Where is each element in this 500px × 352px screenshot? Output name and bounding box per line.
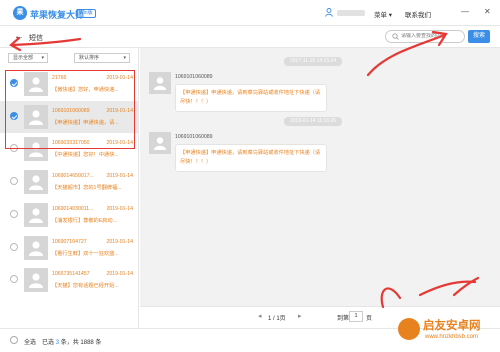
show-filter-label: 显示全部 — [13, 55, 34, 61]
sender-number: 1069101060089 — [175, 134, 213, 140]
person-icon — [154, 77, 166, 90]
close-icon[interactable]: ✕ — [484, 7, 491, 16]
search-icon — [392, 33, 399, 40]
contact-number: 1069014650017... — [52, 173, 94, 180]
contact-number: 1065735141457 — [52, 271, 90, 278]
timestamp: 2017-11-18 14:15:24 — [284, 57, 343, 66]
person-icon — [29, 273, 43, 289]
select-all-label[interactable]: 全选 — [24, 337, 36, 346]
person-icon — [29, 208, 43, 223]
prev-page-button[interactable]: ◂ — [258, 312, 262, 320]
contact-number: 1069014030011... — [52, 205, 94, 212]
title-bar: 果 苹果恢复大师 Win版 菜单 ▾ 联系我们 — ✕ — [0, 0, 500, 26]
contact-avatar — [24, 202, 48, 227]
total-count: 1888 — [80, 340, 94, 346]
selection-count: 已选 3 条，共 1888 条 — [42, 337, 101, 346]
page-unit-label: 页 — [366, 316, 373, 322]
person-icon — [29, 175, 43, 191]
select-checkbox[interactable] — [10, 275, 18, 284]
message-date: 2019-01-14 — [106, 173, 133, 180]
message-preview: 【中通快递】您好！中通快... — [52, 152, 119, 159]
search-button[interactable]: 搜索 — [468, 30, 490, 43]
watermark-title: 启友安卓网 — [423, 320, 481, 332]
menu-button[interactable]: 菜单 ▾ — [374, 9, 392, 19]
message-date: 2019-01-14 — [106, 271, 133, 278]
conversation-item[interactable]: 1069014650017... 2019-01-14 【天猫超市】您的1号翻牌福.… — [0, 166, 139, 198]
selected-mid: 条，共 — [60, 340, 79, 346]
back-arrow-icon[interactable]: ← — [14, 31, 24, 42]
show-filter-select[interactable]: 显示全部 ▾ — [8, 53, 48, 63]
search-box — [385, 30, 465, 43]
message-area: 2017-11-18 14:15:24 1069101060089 【申通快递】… — [140, 48, 500, 306]
chevron-down-icon: ▾ — [123, 55, 126, 61]
contact-number: 106907104727 — [52, 238, 87, 245]
sort-select[interactable]: 默认排序 ▾ — [74, 53, 130, 63]
select-checkbox[interactable] — [10, 209, 18, 218]
person-icon — [29, 240, 43, 256]
message-date: 2019-01-14 — [106, 238, 133, 245]
contact-avatar — [24, 170, 48, 195]
watermark-logo-icon — [398, 318, 420, 340]
message-bubble[interactable]: 【申通快递】申通快递，请到菜鸟驿站或收件地址下快递（请尽快！！！） — [175, 144, 327, 172]
minimize-icon[interactable]: — — [461, 7, 469, 16]
select-checkbox[interactable] — [10, 177, 18, 186]
page-info: 1 / 1页 — [268, 316, 286, 322]
page-title: 短信 — [29, 35, 43, 42]
edition-badge: Win版 — [76, 9, 96, 18]
message-preview: 【看行生鲜】双十一狂欢盛... — [52, 250, 119, 257]
watermark: 启友安卓网 www.hnzkhbsb.com — [398, 316, 498, 350]
conversation-item[interactable]: 1065735141457 2019-01-14 【天猫】您有话题已经开始... — [0, 264, 139, 296]
chevron-down-icon: ▾ — [41, 55, 44, 61]
message-date: 2019-01-14 — [106, 205, 133, 212]
message-bubble[interactable]: 【申通快递】申通快递，请到菜鸟驿站或收件地址下快递（请尽快！！！） — [175, 84, 327, 112]
contact-avatar — [24, 235, 48, 260]
sender-avatar — [149, 132, 171, 154]
select-all-radio[interactable] — [10, 336, 18, 344]
total-suffix: 条 — [95, 340, 102, 346]
goto-label: 到第 — [337, 316, 350, 322]
page-number-input[interactable]: 1 — [349, 311, 363, 322]
user-icon[interactable] — [325, 8, 333, 17]
person-icon — [154, 137, 166, 150]
selection-highlight-box — [5, 70, 135, 149]
message-preview: 【浦发银行】尊敬的E启动... — [52, 217, 117, 224]
app-logo: 果 — [13, 6, 27, 20]
selected-prefix: 已选 — [42, 340, 55, 346]
filter-bar: 显示全部 ▾ 默认排序 ▾ — [0, 48, 139, 68]
user-name-masked — [337, 10, 365, 16]
select-checkbox[interactable] — [10, 242, 18, 251]
selected-count: 3 — [55, 340, 60, 346]
message-preview: 【天猫超市】您的1号翻牌福... — [52, 185, 122, 192]
conversation-item[interactable]: 1069014030011... 2019-01-14 【浦发银行】尊敬的E启动..… — [0, 199, 139, 231]
timestamp: 2019-01-14 11:16:26 — [284, 117, 343, 126]
contact-avatar — [24, 268, 48, 293]
watermark-url: www.hnzkhbsb.com — [425, 334, 479, 340]
sender-avatar — [149, 72, 171, 94]
page-header: ← 短信 搜索 — [0, 26, 500, 48]
sort-label: 默认排序 — [79, 55, 100, 61]
sender-number: 1069101060089 — [175, 74, 213, 80]
message-preview: 【天猫】您有话题已经开始... — [52, 283, 119, 290]
search-input[interactable] — [401, 33, 463, 39]
next-page-button[interactable]: ▸ — [298, 312, 302, 320]
contact-us-link[interactable]: 联系我们 — [405, 9, 431, 19]
conversation-item[interactable]: 106907104727 2019-01-14 【看行生鲜】双十一狂欢盛... — [0, 232, 139, 264]
